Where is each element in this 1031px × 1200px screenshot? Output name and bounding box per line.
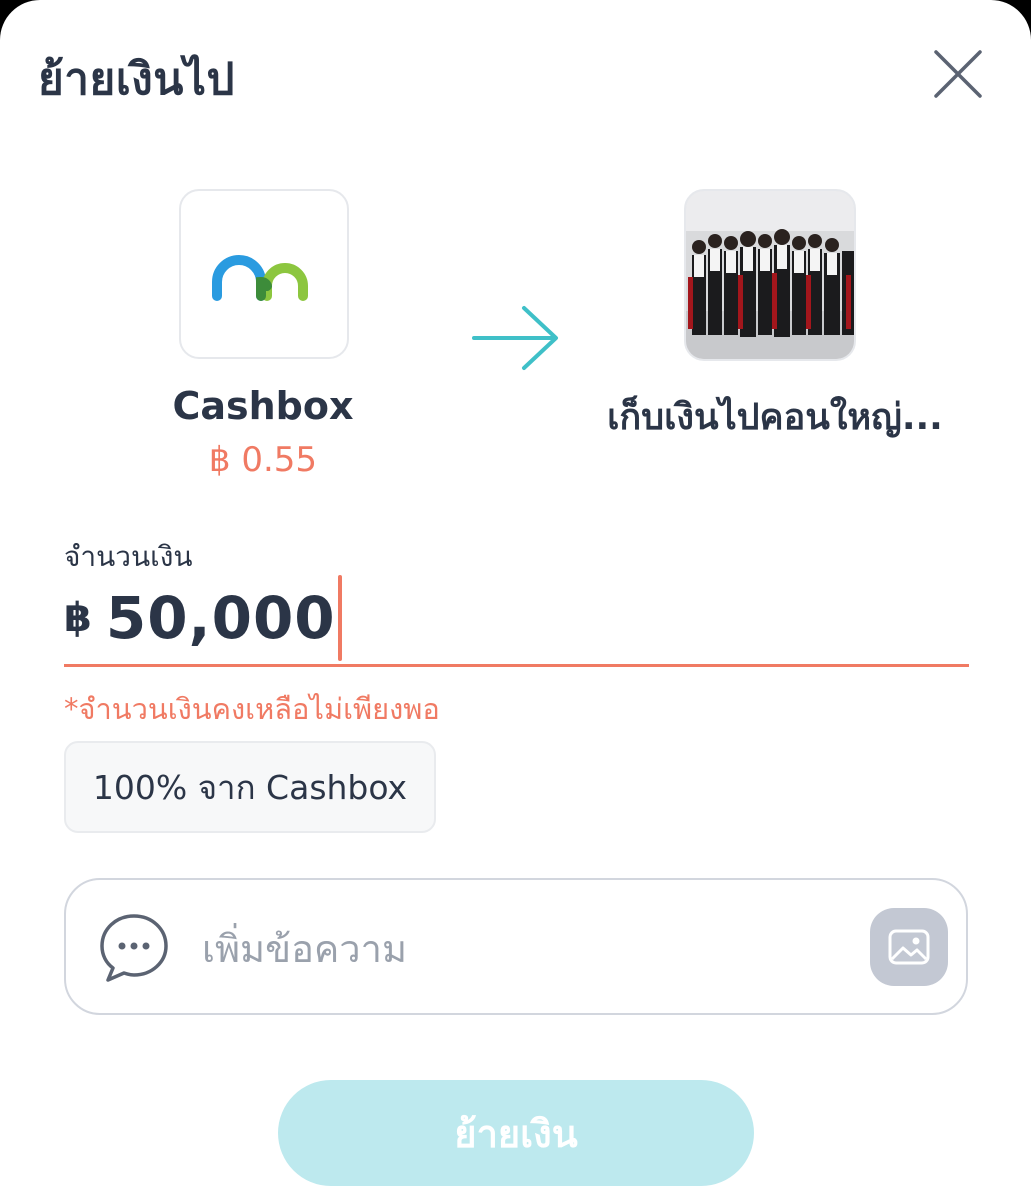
- submit-transfer-button[interactable]: ย้ายเงิน: [278, 1080, 754, 1186]
- page-title: ย้ายเงินไป: [38, 54, 235, 105]
- transfer-sheet: ย้ายเงินไป Cashbox ฿ 0.55 เก็บเงินไปคอนใ…: [0, 0, 1031, 1200]
- group-photo: [686, 191, 854, 359]
- source-account-tile: [179, 189, 349, 359]
- destination-goal-name: เก็บเงินไปคอนใหญ่...: [607, 397, 943, 438]
- currency-symbol: ฿: [64, 595, 92, 641]
- message-field[interactable]: [64, 878, 968, 1015]
- insufficient-balance-error: *จำนวนเงินคงเหลือไม่เพียงพอ: [64, 692, 440, 726]
- cashbox-logo: [212, 255, 308, 301]
- amount-input[interactable]: ฿ 50,000: [64, 575, 342, 661]
- source-account-balance: ฿ 0.55: [208, 440, 318, 480]
- source-account-name: Cashbox: [172, 384, 354, 428]
- full-amount-chip[interactable]: 100% จาก Cashbox: [64, 741, 436, 833]
- image-icon: [888, 929, 930, 965]
- message-input[interactable]: [200, 920, 844, 978]
- arrow-right-icon: [472, 306, 558, 370]
- destination-goal-image: [684, 189, 856, 361]
- amount-value[interactable]: 50,000: [106, 584, 336, 652]
- chat-bubble-icon: [100, 914, 168, 982]
- amount-underline: [64, 664, 969, 667]
- text-cursor: [337, 575, 342, 661]
- close-icon[interactable]: [930, 46, 986, 102]
- amount-label: จำนวนเงิน: [64, 540, 193, 573]
- attach-image-button[interactable]: [870, 908, 948, 986]
